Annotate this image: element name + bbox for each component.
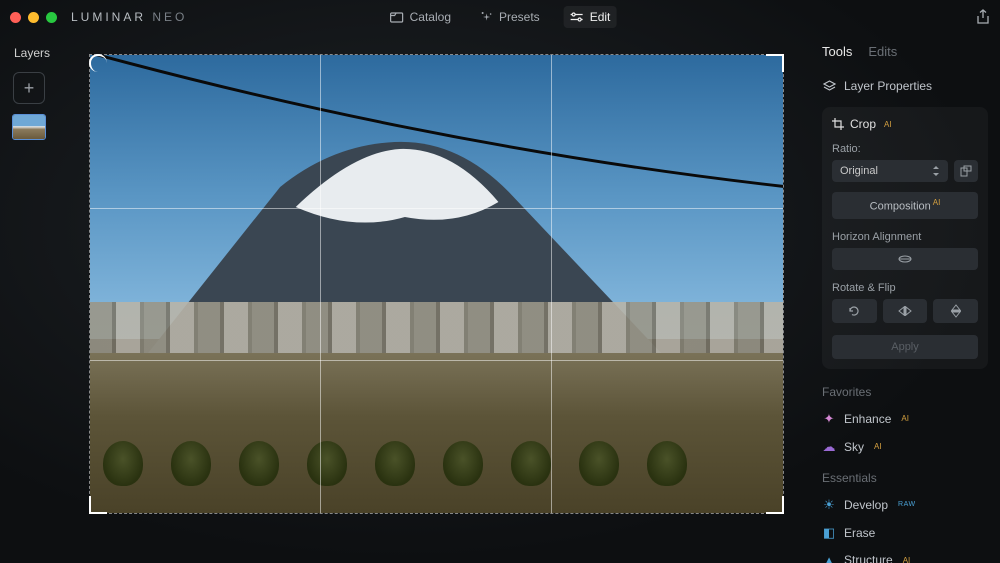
flip-horizontal-button[interactable] bbox=[883, 299, 928, 323]
tab-edits[interactable]: Edits bbox=[868, 44, 897, 59]
tool-structure-label: Structure bbox=[844, 553, 893, 563]
canvas-area bbox=[58, 34, 814, 563]
tool-enhance[interactable]: ✦ EnhanceAI bbox=[822, 405, 988, 433]
maximize-window-button[interactable] bbox=[46, 12, 57, 23]
close-window-button[interactable] bbox=[10, 12, 21, 23]
structure-icon: ▲ bbox=[822, 553, 836, 563]
ratio-value: Original bbox=[840, 165, 878, 177]
essentials-title: Essentials bbox=[822, 471, 988, 485]
tool-sky-label: Sky bbox=[844, 440, 864, 454]
crop-handle-tr[interactable] bbox=[766, 54, 784, 72]
crop-title: Crop bbox=[850, 117, 876, 131]
horizon-label: Horizon Alignment bbox=[832, 231, 978, 243]
sun-icon: ☀ bbox=[822, 497, 836, 513]
favorites-title: Favorites bbox=[822, 385, 988, 399]
nav-catalog[interactable]: Catalog bbox=[384, 6, 457, 28]
sparkle-icon: ✦ bbox=[822, 411, 836, 427]
tool-develop[interactable]: ☀ DevelopRAW bbox=[822, 491, 988, 519]
crop-frame[interactable] bbox=[89, 54, 784, 514]
layer-properties-link[interactable]: Layer Properties bbox=[822, 73, 988, 99]
share-button[interactable] bbox=[976, 9, 990, 25]
layers-icon bbox=[822, 80, 836, 93]
crop-header[interactable]: Crop AI bbox=[832, 117, 978, 131]
window-controls bbox=[10, 12, 57, 23]
title-bar: LUMINAR NEO Catalog Presets Edit bbox=[0, 0, 1000, 34]
sidebar-tabs: Tools Edits bbox=[822, 44, 988, 59]
dropdown-icon bbox=[932, 166, 940, 176]
crop-icon bbox=[832, 118, 844, 130]
swap-orientation-button[interactable] bbox=[954, 160, 978, 182]
crop-handle-br[interactable] bbox=[766, 496, 784, 514]
nav-edit[interactable]: Edit bbox=[564, 6, 617, 28]
crop-handle-bl[interactable] bbox=[89, 496, 107, 514]
tab-tools[interactable]: Tools bbox=[822, 44, 852, 59]
tool-develop-label: Develop bbox=[844, 498, 888, 512]
flip-vertical-button[interactable] bbox=[933, 299, 978, 323]
rotate-flip-label: Rotate & Flip bbox=[832, 282, 978, 294]
nav-presets-label: Presets bbox=[499, 10, 540, 24]
ratio-label: Ratio: bbox=[832, 143, 978, 155]
photo-preview bbox=[90, 55, 783, 513]
top-nav: Catalog Presets Edit bbox=[384, 6, 617, 28]
layer-properties-label: Layer Properties bbox=[844, 79, 932, 93]
tool-erase-label: Erase bbox=[844, 526, 875, 540]
composition-button[interactable]: CompositionAI bbox=[832, 192, 978, 219]
layers-sidebar: Layers + bbox=[0, 34, 58, 563]
tool-sky[interactable]: ☁ SkyAI bbox=[822, 433, 988, 461]
app-logo: LUMINAR NEO bbox=[71, 10, 187, 24]
nav-presets[interactable]: Presets bbox=[475, 6, 546, 28]
ai-badge: AI bbox=[884, 120, 892, 129]
thumbnail-preview bbox=[13, 115, 45, 139]
horizon-slider[interactable] bbox=[832, 248, 978, 270]
horizon-icon bbox=[898, 255, 912, 263]
nav-edit-label: Edit bbox=[590, 10, 611, 24]
tool-structure[interactable]: ▲ StructureAI bbox=[822, 547, 988, 563]
nav-catalog-label: Catalog bbox=[410, 10, 451, 24]
minimize-window-button[interactable] bbox=[28, 12, 39, 23]
tools-sidebar: Tools Edits Layer Properties Crop AI Rati… bbox=[814, 34, 1000, 563]
crop-handle-tl[interactable] bbox=[89, 54, 107, 72]
folder-icon bbox=[390, 11, 404, 23]
cloud-icon: ☁ bbox=[822, 439, 836, 455]
sparkle-icon bbox=[481, 11, 493, 23]
crop-panel: Crop AI Ratio: Original CompositionAI Hor… bbox=[822, 107, 988, 369]
apply-button[interactable]: Apply bbox=[832, 335, 978, 359]
rotate-button[interactable] bbox=[832, 299, 877, 323]
layer-thumbnail[interactable] bbox=[12, 114, 46, 140]
layers-title: Layers bbox=[0, 46, 50, 60]
tool-erase[interactable]: ◧ Erase bbox=[822, 519, 988, 547]
tool-enhance-label: Enhance bbox=[844, 412, 891, 426]
eraser-icon: ◧ bbox=[822, 525, 836, 541]
add-layer-button[interactable]: + bbox=[13, 72, 45, 104]
ratio-select[interactable]: Original bbox=[832, 160, 948, 182]
sliders-icon bbox=[570, 12, 584, 22]
main-area: Layers + bbox=[0, 34, 1000, 563]
